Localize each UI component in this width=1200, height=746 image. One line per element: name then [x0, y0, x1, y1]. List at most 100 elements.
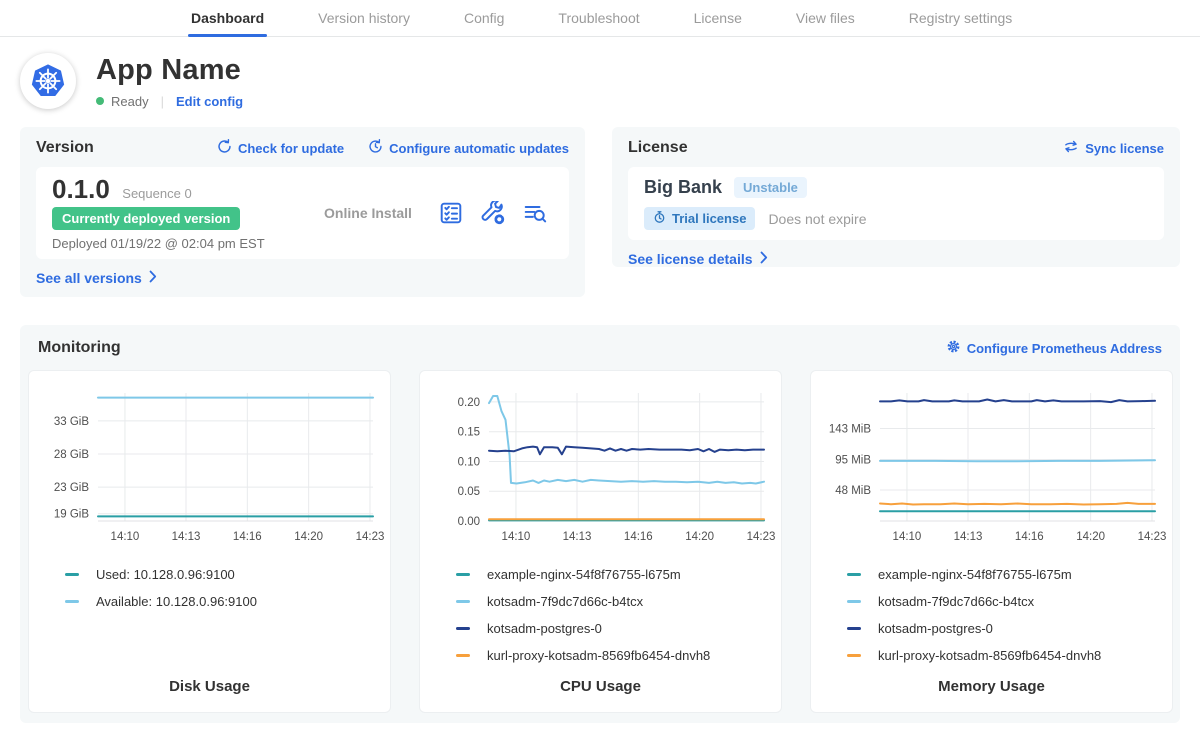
legend-swatch [847, 573, 861, 576]
clock-refresh-icon [368, 139, 383, 157]
configure-automatic-updates-button[interactable]: Configure automatic updates [368, 139, 569, 157]
svg-text:14:23: 14:23 [356, 531, 385, 543]
release-notes-icon[interactable] [439, 201, 463, 225]
legend-swatch [456, 600, 470, 603]
legend-item: kurl-proxy-kotsadm-8569fb6454-dnvh8 [847, 648, 1172, 663]
legend-swatch [847, 654, 861, 657]
legend-swatch [456, 654, 470, 657]
legend-item: kotsadm-postgres-0 [456, 621, 781, 636]
legend-swatch [456, 627, 470, 630]
cpu-usage-plot: 14:1014:1314:1614:2014:230.200.150.100.0… [420, 381, 783, 551]
svg-text:143 MiB: 143 MiB [829, 424, 872, 436]
deployed-timestamp: Deployed 01/19/22 @ 02:04 pm EST [52, 236, 297, 251]
svg-text:28 GiB: 28 GiB [54, 449, 89, 461]
edit-config-link[interactable]: Edit config [176, 94, 243, 109]
svg-text:95 MiB: 95 MiB [835, 455, 871, 467]
legend-item: kurl-proxy-kotsadm-8569fb6454-dnvh8 [456, 648, 781, 663]
tab-license[interactable]: License [667, 0, 769, 36]
legend-item: example-nginx-54f8f76755-l675m [456, 567, 781, 582]
legend-item: kotsadm-7f9dc7d66c-b4tcx [847, 594, 1172, 609]
svg-text:14:13: 14:13 [563, 531, 592, 543]
legend-item: Used: 10.128.0.96:9100 [65, 567, 390, 582]
gear-icon [946, 339, 961, 357]
svg-text:23 GiB: 23 GiB [54, 482, 89, 494]
memory-usage-chart-card: 14:1014:1314:1614:2014:23143 MiB95 MiB48… [810, 370, 1173, 713]
license-type-badge: Trial license [644, 207, 755, 230]
status-text: Ready [111, 94, 149, 109]
svg-text:14:16: 14:16 [1015, 531, 1044, 543]
legend-swatch [847, 627, 861, 630]
license-customer-name: Big Bank [644, 177, 722, 198]
edit-config-values-icon[interactable] [481, 201, 505, 225]
cpu-usage-legend: example-nginx-54f8f76755-l675m kotsadm-7… [420, 551, 781, 675]
legend-item: Available: 10.128.0.96:9100 [65, 594, 390, 609]
stopwatch-icon [653, 210, 666, 227]
memory-usage-legend: example-nginx-54f8f76755-l675m kotsadm-7… [811, 551, 1172, 675]
deployed-version-badge: Currently deployed version [52, 207, 240, 230]
tab-dashboard[interactable]: Dashboard [164, 0, 291, 36]
legend-swatch [65, 600, 79, 603]
svg-text:33 GiB: 33 GiB [54, 416, 89, 428]
divider: | [161, 94, 164, 109]
status-ready-dot [96, 97, 104, 105]
version-number: 0.1.0 [52, 174, 110, 204]
top-nav: Dashboard Version history Config Trouble… [0, 0, 1200, 37]
chart-title: Memory Usage [811, 678, 1172, 695]
svg-text:0.20: 0.20 [458, 397, 480, 409]
license-card-title: License [628, 139, 688, 157]
svg-text:14:13: 14:13 [172, 531, 201, 543]
sync-icon [1063, 139, 1079, 157]
app-header: App Name Ready | Edit config [0, 37, 1200, 123]
license-card: License Sync license Big Bank Unstable [612, 127, 1180, 267]
svg-text:14:20: 14:20 [294, 531, 323, 543]
chevron-right-icon [149, 270, 157, 286]
tab-view-files[interactable]: View files [769, 0, 882, 36]
tab-registry-settings[interactable]: Registry settings [882, 0, 1039, 36]
svg-text:14:16: 14:16 [624, 531, 653, 543]
version-card-title: Version [36, 139, 94, 157]
install-type-label: Online Install [297, 205, 439, 221]
monitoring-section: Monitoring Configure Prometheus Address … [20, 325, 1180, 723]
version-card: Version Check for update [20, 127, 585, 297]
refresh-icon [217, 139, 232, 157]
sync-license-button[interactable]: Sync license [1063, 139, 1164, 157]
license-channel-badge: Unstable [734, 177, 807, 198]
svg-text:0.00: 0.00 [458, 516, 480, 528]
chart-title: CPU Usage [420, 678, 781, 695]
svg-text:0.10: 0.10 [458, 456, 480, 468]
see-all-versions-link[interactable]: See all versions [36, 270, 157, 286]
disk-usage-chart-card: 14:10 14:13 14:16 14:20 14:23 33 GiB 28 GiB 23 … [28, 370, 391, 713]
monitoring-title: Monitoring [38, 339, 121, 357]
tab-version-history[interactable]: Version history [291, 0, 437, 36]
kubernetes-logo-icon [20, 53, 76, 109]
svg-text:19 GiB: 19 GiB [54, 509, 89, 521]
see-license-details-link[interactable]: See license details [628, 251, 768, 267]
view-logs-icon[interactable] [523, 201, 547, 225]
legend-item: example-nginx-54f8f76755-l675m [847, 567, 1172, 582]
chevron-right-icon [760, 251, 768, 267]
svg-text:14:16: 14:16 [233, 531, 262, 543]
svg-text:14:20: 14:20 [1076, 531, 1105, 543]
legend-swatch [456, 573, 470, 576]
version-sequence: Sequence 0 [122, 186, 191, 201]
legend-item: kotsadm-7f9dc7d66c-b4tcx [456, 594, 781, 609]
chart-title: Disk Usage [29, 678, 390, 695]
svg-text:14:20: 14:20 [685, 531, 714, 543]
svg-text:14:10: 14:10 [111, 531, 140, 543]
configure-prometheus-button[interactable]: Configure Prometheus Address [946, 339, 1162, 357]
tab-troubleshoot[interactable]: Troubleshoot [531, 0, 666, 36]
svg-text:14:10: 14:10 [502, 531, 531, 543]
svg-text:14:23: 14:23 [747, 531, 776, 543]
check-for-update-button[interactable]: Check for update [217, 139, 344, 157]
svg-text:14:13: 14:13 [954, 531, 983, 543]
legend-item: kotsadm-postgres-0 [847, 621, 1172, 636]
disk-usage-legend: Used: 10.128.0.96:9100 Available: 10.128… [29, 551, 390, 675]
tab-config[interactable]: Config [437, 0, 531, 36]
disk-usage-plot: 14:10 14:13 14:16 14:20 14:23 33 GiB 28 GiB 23 … [29, 381, 392, 551]
cpu-usage-chart-card: 14:1014:1314:1614:2014:230.200.150.100.0… [419, 370, 782, 713]
legend-swatch [847, 600, 861, 603]
svg-text:14:23: 14:23 [1138, 531, 1167, 543]
page-title: App Name [96, 54, 243, 87]
svg-text:0.05: 0.05 [458, 486, 480, 498]
svg-text:14:10: 14:10 [893, 531, 922, 543]
